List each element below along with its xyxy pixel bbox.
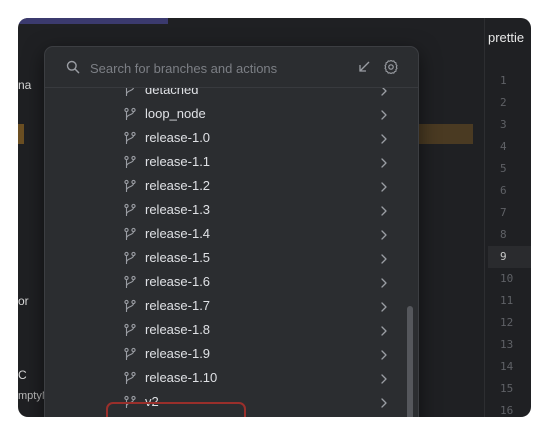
chevron-right-icon[interactable] — [379, 276, 389, 288]
bg-fragment: na — [18, 78, 32, 92]
chevron-right-icon[interactable] — [379, 108, 389, 120]
line-number: 8 — [500, 228, 507, 241]
branch-label: release-1.6 — [145, 274, 211, 289]
branch-item-selected[interactable]: release-1.10 — [45, 366, 405, 390]
branch-label: v2 — [145, 394, 159, 409]
branch-item[interactable]: release-1.6 — [45, 270, 405, 294]
line-number: 3 — [500, 118, 507, 131]
line-number: 7 — [500, 206, 507, 219]
gear-icon[interactable] — [383, 59, 399, 75]
branch-icon — [123, 299, 137, 313]
chevron-right-icon[interactable] — [379, 372, 389, 384]
branch-icon — [123, 203, 137, 217]
branch-search-input[interactable] — [88, 57, 342, 79]
editor-separator — [484, 18, 485, 417]
line-gutter: 1 2 3 4 5 6 7 8 9 10 11 12 13 14 15 16 — [488, 70, 531, 417]
branch-label: release-1.2 — [145, 178, 211, 193]
search-icon — [66, 60, 80, 74]
branch-label: release-1.3 — [145, 202, 211, 217]
branch-icon — [123, 395, 137, 409]
chevron-right-icon[interactable] — [379, 348, 389, 360]
chevron-right-icon[interactable] — [379, 180, 389, 192]
branch-item[interactable]: release-1.5 — [45, 246, 405, 270]
branch-item[interactable]: release-1.9 — [45, 342, 405, 366]
branch-item[interactable]: detached — [45, 88, 405, 102]
line-number: 4 — [500, 140, 507, 153]
editor-highlight-marker — [18, 124, 24, 144]
line-number: 6 — [500, 184, 507, 197]
chevron-right-icon[interactable] — [379, 228, 389, 240]
branch-label: release-1.1 — [145, 154, 211, 169]
line-number: 16 — [500, 404, 514, 417]
branch-item[interactable]: release-1.1 — [45, 150, 405, 174]
bg-fragment: C — [18, 368, 27, 382]
line-number: 13 — [500, 338, 514, 351]
branch-item[interactable]: release-1.8 — [45, 318, 405, 342]
branch-label: release-1.0 — [145, 130, 211, 145]
branch-icon — [123, 227, 137, 241]
chevron-right-icon[interactable] — [379, 132, 389, 144]
scrollbar-thumb[interactable] — [407, 306, 413, 417]
branch-item[interactable]: release-1.0 — [45, 126, 405, 150]
branches-popup: detached loop_node release-1.0 release-1.1 r… — [44, 46, 419, 417]
branch-icon — [123, 371, 137, 385]
chevron-right-icon[interactable] — [379, 300, 389, 312]
branch-label: release-1.9 — [145, 346, 211, 361]
ide-window: na or C mptyM... prettie 1 2 3 4 5 6 7 8… — [18, 18, 531, 417]
chevron-right-icon[interactable] — [379, 252, 389, 264]
branch-label: release-1.10 — [145, 370, 218, 385]
chevron-right-icon[interactable] — [379, 88, 389, 96]
branch-item[interactable]: v2 — [45, 390, 405, 414]
branch-label: detached — [145, 88, 199, 97]
line-number: 14 — [500, 360, 514, 373]
branch-icon — [123, 275, 137, 289]
branch-icon — [123, 179, 137, 193]
collapse-arrow-icon[interactable] — [356, 59, 372, 75]
branch-label: release-1.8 — [145, 322, 211, 337]
line-number: 15 — [500, 382, 514, 395]
line-number: 1 — [500, 74, 507, 87]
editor-tab[interactable]: prettie — [488, 30, 524, 45]
branch-icon — [123, 131, 137, 145]
branch-icon — [123, 323, 137, 337]
chevron-right-icon[interactable] — [379, 324, 389, 336]
branch-item[interactable]: loop_node — [45, 102, 405, 126]
line-number: 5 — [500, 162, 507, 175]
line-number: 12 — [500, 316, 514, 329]
branch-icon — [123, 88, 137, 97]
branch-label: release-1.7 — [145, 298, 211, 313]
branch-item[interactable]: release-1.4 — [45, 222, 405, 246]
chevron-right-icon[interactable] — [379, 204, 389, 216]
branch-item[interactable]: release-1.7 — [45, 294, 405, 318]
branch-list: detached loop_node release-1.0 release-1.1 r… — [45, 88, 418, 417]
search-row — [45, 47, 418, 88]
branch-item[interactable]: release-1.3 — [45, 198, 405, 222]
chevron-right-icon[interactable] — [379, 156, 389, 168]
current-line-number: 9 — [488, 246, 531, 268]
branch-icon — [123, 251, 137, 265]
branch-icon — [123, 347, 137, 361]
branch-label: release-1.4 — [145, 226, 211, 241]
branch-label: release-1.5 — [145, 250, 211, 265]
bg-fragment: or — [18, 294, 29, 308]
line-number: 2 — [500, 96, 507, 109]
branch-item[interactable]: release-1.2 — [45, 174, 405, 198]
chevron-right-icon[interactable] — [379, 396, 389, 408]
line-number: 11 — [500, 294, 514, 307]
branch-label: loop_node — [145, 106, 206, 121]
window-title-glow — [18, 18, 168, 24]
branch-icon — [123, 155, 137, 169]
line-number: 10 — [500, 272, 514, 285]
branch-icon — [123, 107, 137, 121]
